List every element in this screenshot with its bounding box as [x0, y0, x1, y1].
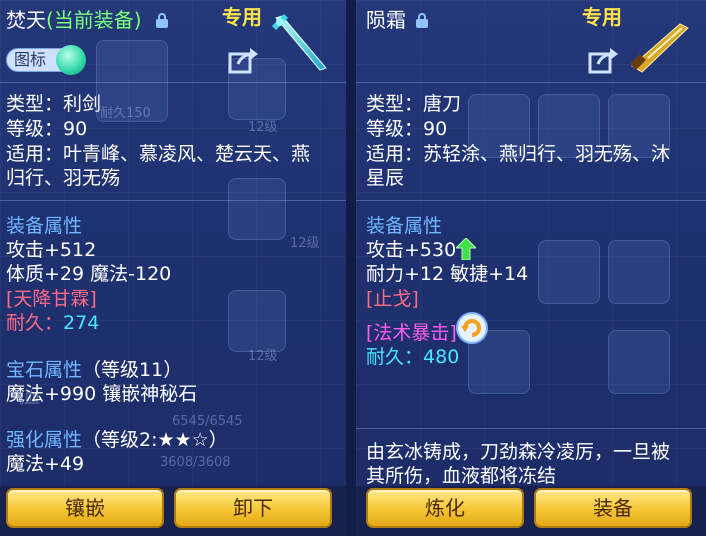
- item-name: 焚天: [6, 8, 46, 32]
- attack-stat: 攻击+530: [366, 239, 457, 261]
- exclusive-label: 专用: [582, 5, 622, 29]
- durability-value: 480: [423, 346, 460, 368]
- attr-header: 装备属性: [366, 215, 443, 237]
- separator: [0, 200, 346, 201]
- description: 其所伤，血液都将冻结: [366, 465, 557, 487]
- exclusive-label: 专用: [222, 5, 262, 29]
- attr-header: 装备属性: [6, 215, 83, 237]
- sword-icon: [272, 14, 327, 71]
- separator: [0, 82, 346, 83]
- bg-slot: [538, 240, 600, 304]
- bg-label: 12级: [248, 120, 278, 135]
- compare-item-panel: 陨霜 专用 类型：唐刀 等级：90 适用：苏轻涂、燕归行、羽无殇、沐 星辰 装备…: [356, 0, 706, 536]
- type-line: 类型：利剑: [6, 93, 102, 115]
- lock-icon: [156, 13, 168, 28]
- fit-line: 适用：苏轻涂、燕归行、羽无殇、沐: [366, 143, 671, 165]
- bg-label: 6545/6545: [172, 414, 243, 429]
- enh-level: （等级2:★★☆）: [82, 429, 228, 451]
- enh-stat: 魔法+49: [6, 453, 85, 475]
- item-title: 焚天(当前装备): [6, 8, 142, 32]
- share-icon[interactable]: [228, 48, 258, 74]
- durability: 耐久：274: [6, 311, 99, 335]
- bg-label: 12级: [248, 349, 278, 364]
- separator: [356, 82, 706, 83]
- durability: 耐久：480: [366, 345, 459, 369]
- durability-value: 274: [63, 312, 100, 334]
- attack-stat: 攻击+512: [6, 239, 97, 261]
- refine-button[interactable]: 炼化: [366, 488, 524, 528]
- gem-stat: 魔法+990 镶嵌神秘石: [6, 383, 198, 405]
- up-arrow-icon: [456, 238, 476, 260]
- bg-slot: [228, 290, 286, 352]
- unequip-button[interactable]: 卸下: [174, 488, 332, 528]
- share-icon[interactable]: [588, 48, 618, 74]
- gem-header: 宝石属性: [6, 359, 83, 381]
- fit-line: 星辰: [366, 167, 405, 189]
- fit-line: 适用：叶青峰、慕凌风、楚云天、燕: [6, 143, 311, 165]
- gem-line: 宝石属性（等级11）: [6, 358, 182, 382]
- icon-toggle-label: 图标: [14, 50, 47, 69]
- bg-label: 耐久150: [100, 106, 151, 121]
- bg-slot: [608, 240, 670, 304]
- gem-level: （等级11）: [82, 359, 183, 381]
- bg-slot: [608, 330, 670, 394]
- refresh-icon[interactable]: [456, 312, 488, 344]
- special-effect: [天降甘霖]: [6, 288, 97, 310]
- description: 由玄冰铸成，刀劲森冷凌厉，一旦被: [366, 441, 671, 463]
- special-effect: [止戈]: [366, 288, 419, 310]
- separator: [356, 200, 706, 201]
- level-line: 等级：90: [6, 118, 88, 140]
- durability-label: 耐久：: [366, 346, 424, 368]
- bg-label: 12级: [290, 236, 320, 251]
- equipped-tag: (当前装备): [46, 8, 142, 32]
- lock-icon: [416, 13, 428, 28]
- level-line: 等级：90: [366, 118, 448, 140]
- type-line: 类型：唐刀: [366, 93, 462, 115]
- icon-toggle[interactable]: 图标: [6, 45, 86, 75]
- separator: [356, 428, 706, 429]
- equipped-item-panel: 耐久150 12级 12级 12级 气血 6545/6545 3608/3608…: [0, 0, 346, 536]
- fit-line: 归行、羽无殇: [6, 167, 121, 189]
- enh-header: 强化属性: [6, 429, 83, 451]
- special-effect: [法术暴击]: [366, 322, 457, 344]
- blade-icon: [630, 23, 689, 73]
- enh-line: 强化属性（等级2:★★☆）: [6, 428, 228, 452]
- toggle-knob: [56, 45, 86, 75]
- stats-line: 耐力+12 敏捷+14: [366, 263, 529, 285]
- bg-slot: [228, 178, 286, 240]
- inlay-button[interactable]: 镶嵌: [6, 488, 164, 528]
- stats-line: 体质+29 魔法-120: [6, 263, 172, 285]
- durability-label: 耐久：: [6, 312, 64, 334]
- panel-divider: [346, 0, 356, 536]
- bg-label: 3608/3608: [160, 455, 231, 470]
- equip-button[interactable]: 装备: [534, 488, 692, 528]
- item-name: 陨霜: [366, 8, 406, 32]
